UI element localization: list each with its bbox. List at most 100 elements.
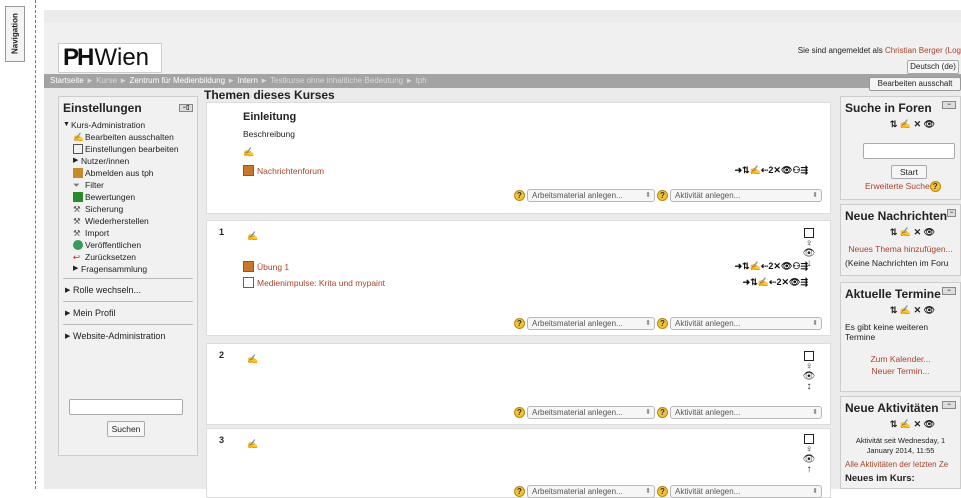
settings-item-questionbank[interactable]: Fragensammlung xyxy=(81,264,147,274)
highlight-icon[interactable] xyxy=(804,351,814,361)
add-activity-select[interactable]: Aktivität anlegen... xyxy=(670,406,822,419)
breadcrumb-bar: Startseite ► Kurse ► Zentrum für Medienb… xyxy=(44,74,961,91)
edit-toggle-button[interactable]: Bearbeiten ausschalt xyxy=(869,77,961,91)
help-icon[interactable]: ? xyxy=(514,318,525,329)
block-hide-icon[interactable]: −▯ xyxy=(179,104,193,112)
pencil-icon[interactable]: ✍ xyxy=(247,439,258,450)
expand-icon[interactable]: ▶ xyxy=(65,332,73,340)
activity-link-medienimpulse[interactable]: Medienimpulse: Krita und mypaint xyxy=(257,278,385,288)
forum-search-block: Suche in Foren − ⇅ ✍ ✕ 👁 Start Erweiterte… xyxy=(840,96,961,200)
settings-item-grades[interactable]: Bewertungen xyxy=(85,192,135,202)
block-edit-tools[interactable]: ⇅ ✍ ✕ 👁 xyxy=(841,305,960,320)
add-activity-select[interactable]: Aktivität anlegen... xyxy=(670,317,822,330)
site-logo[interactable]: PH Wien xyxy=(58,43,162,73)
settings-search-input[interactable] xyxy=(69,399,183,415)
calendar-link[interactable]: Zum Kalender... xyxy=(870,354,930,364)
help-icon[interactable]: ? xyxy=(657,407,668,418)
block-hide-icon[interactable]: − xyxy=(942,101,956,109)
settings-item-import[interactable]: Import xyxy=(85,228,109,238)
block-hide-icon[interactable]: − xyxy=(942,401,956,409)
move-up-icon[interactable]: ↑ xyxy=(807,465,812,475)
settings-item-unenrol[interactable]: Abmelden aus tph xyxy=(85,168,154,178)
language-button[interactable]: Deutsch (de) xyxy=(907,60,959,74)
activity-title: Neue Aktivitäten xyxy=(845,401,939,415)
pencil-icon[interactable]: ✍ xyxy=(243,147,254,158)
role-switch-node[interactable]: Rolle wechseln... xyxy=(73,285,141,295)
news-forum-link[interactable]: Nachrichtenforum xyxy=(257,166,324,176)
logout-link[interactable]: (Log xyxy=(943,46,961,55)
crumb-startseite[interactable]: Startseite xyxy=(50,76,84,85)
help-icon[interactable]: ? xyxy=(514,486,525,497)
add-activity-select[interactable]: Aktivität anlegen... xyxy=(670,485,822,498)
activity-edit-tools[interactable]: ➜⇅✍⇠2✕👁⇶ xyxy=(743,277,808,288)
crumb-testkurse[interactable]: Testkurse ohne inhaltliche Bedeutung xyxy=(270,76,403,85)
block-hide-icon[interactable]: − xyxy=(942,287,956,295)
collapse-icon[interactable]: ▼ xyxy=(63,120,71,130)
crumb-kurse[interactable]: Kurse xyxy=(96,76,117,85)
expand-icon[interactable]: ▶ xyxy=(65,286,73,294)
forum-search-input[interactable] xyxy=(863,143,955,159)
backup-icon: ⚒ xyxy=(73,204,81,214)
help-icon[interactable]: ? xyxy=(657,318,668,329)
activity-edit-tools[interactable]: ➜⇅✍⇠2✕👁⚇⇶ xyxy=(735,165,808,176)
page-header: PH Wien Sie sind angemeldet als Christian… xyxy=(44,22,961,74)
settings-item-edit-settings[interactable]: Einstellungen bearbeiten xyxy=(85,144,179,154)
settings-item-backup[interactable]: Sicherung xyxy=(85,204,123,214)
crumb-zentrum[interactable]: Zentrum für Medienbildung xyxy=(129,76,225,85)
advanced-search-link[interactable]: Erweiterte Suche xyxy=(865,181,930,191)
add-resource-select[interactable]: Arbeitsmaterial anlegen... xyxy=(527,485,655,498)
pencil-icon[interactable]: ✍ xyxy=(247,354,258,365)
add-resource-select[interactable]: Arbeitsmaterial anlegen... xyxy=(527,317,655,330)
expand-icon[interactable]: ▶ xyxy=(73,156,81,166)
settings-item-publish[interactable]: Veröffentlichen xyxy=(85,240,141,250)
my-profile-node[interactable]: Mein Profil xyxy=(73,308,116,318)
intro-description: Beschreibung xyxy=(243,129,295,139)
activity-edit-tools[interactable]: ➜⇅✍⇠2✕👁⚇⇶ xyxy=(735,261,808,272)
crumb-intern[interactable]: Intern xyxy=(237,76,257,85)
block-hide-icon[interactable]: − xyxy=(947,209,956,217)
add-activity-select[interactable]: Aktivität anlegen... xyxy=(670,189,822,202)
settings-item-reset[interactable]: Zurücksetzen xyxy=(85,252,136,262)
settings-search-button[interactable]: Suchen xyxy=(107,421,145,437)
block-edit-tools[interactable]: ⇅ ✍ ✕ 👁 xyxy=(841,227,960,242)
forum-search-start-button[interactable]: Start xyxy=(891,165,927,179)
add-topic-link[interactable]: Neues Thema hinzufügen... xyxy=(848,244,952,254)
expand-icon[interactable]: ▶ xyxy=(65,309,73,317)
crumb-tph[interactable]: tph xyxy=(415,76,426,85)
expand-icon[interactable]: ▶ xyxy=(73,264,81,274)
activity-block: Neue Aktivitäten − ⇅ ✍ ✕ 👁 Aktivität seit… xyxy=(840,396,961,489)
course-admin-node[interactable]: Kurs-Administration xyxy=(71,120,145,130)
block-edit-tools[interactable]: ⇅ ✍ ✕ 👁 xyxy=(841,119,960,134)
page-title: Themen dieses Kurses xyxy=(204,88,335,102)
events-title: Aktuelle Termine xyxy=(845,287,941,301)
events-empty: Es gibt keine weiteren Termine xyxy=(845,322,929,342)
help-icon[interactable]: ? xyxy=(657,190,668,201)
settings-item-restore[interactable]: Wiederherstellen xyxy=(85,216,149,226)
navigation-tab[interactable]: Navigation xyxy=(5,6,25,62)
block-edit-tools[interactable]: ⇅ ✍ ✕ 👁 xyxy=(841,419,960,434)
add-resource-select[interactable]: Arbeitsmaterial anlegen... xyxy=(527,406,655,419)
publish-icon xyxy=(73,240,83,250)
settings-item-filter[interactable]: Filter xyxy=(85,180,104,190)
settings-item-edit-off[interactable]: Bearbeiten ausschalten xyxy=(85,132,174,142)
move-down-icon[interactable]: ↓ xyxy=(807,259,812,269)
help-icon[interactable]: ? xyxy=(657,486,668,497)
highlight-icon[interactable] xyxy=(804,434,814,444)
move-updown-icon[interactable]: ↕ xyxy=(807,382,812,392)
highlight-icon[interactable] xyxy=(804,228,814,238)
help-icon[interactable]: ? xyxy=(929,181,941,192)
section-3-controls: ♀ 👁 ↑ xyxy=(802,434,816,475)
add-resource-select[interactable]: Arbeitsmaterial anlegen... xyxy=(527,189,655,202)
activity-link-uebung1[interactable]: Übung 1 xyxy=(257,262,289,272)
new-event-link[interactable]: Neuer Termin... xyxy=(872,366,930,376)
settings-item-users[interactable]: Nutzer/innen xyxy=(81,156,129,166)
user-link[interactable]: Christian Berger xyxy=(885,46,943,55)
help-icon[interactable]: ? xyxy=(514,407,525,418)
news-title: Neue Nachrichten xyxy=(845,209,948,223)
site-admin-node[interactable]: Website-Administration xyxy=(73,331,165,341)
news-empty: (Keine Nachrichten im Foru xyxy=(845,258,949,268)
reset-icon: ↩ xyxy=(73,252,81,262)
pencil-icon[interactable]: ✍ xyxy=(247,231,258,242)
all-activity-link[interactable]: Alle Aktivitäten der letzten Ze xyxy=(845,460,948,469)
help-icon[interactable]: ? xyxy=(514,190,525,201)
